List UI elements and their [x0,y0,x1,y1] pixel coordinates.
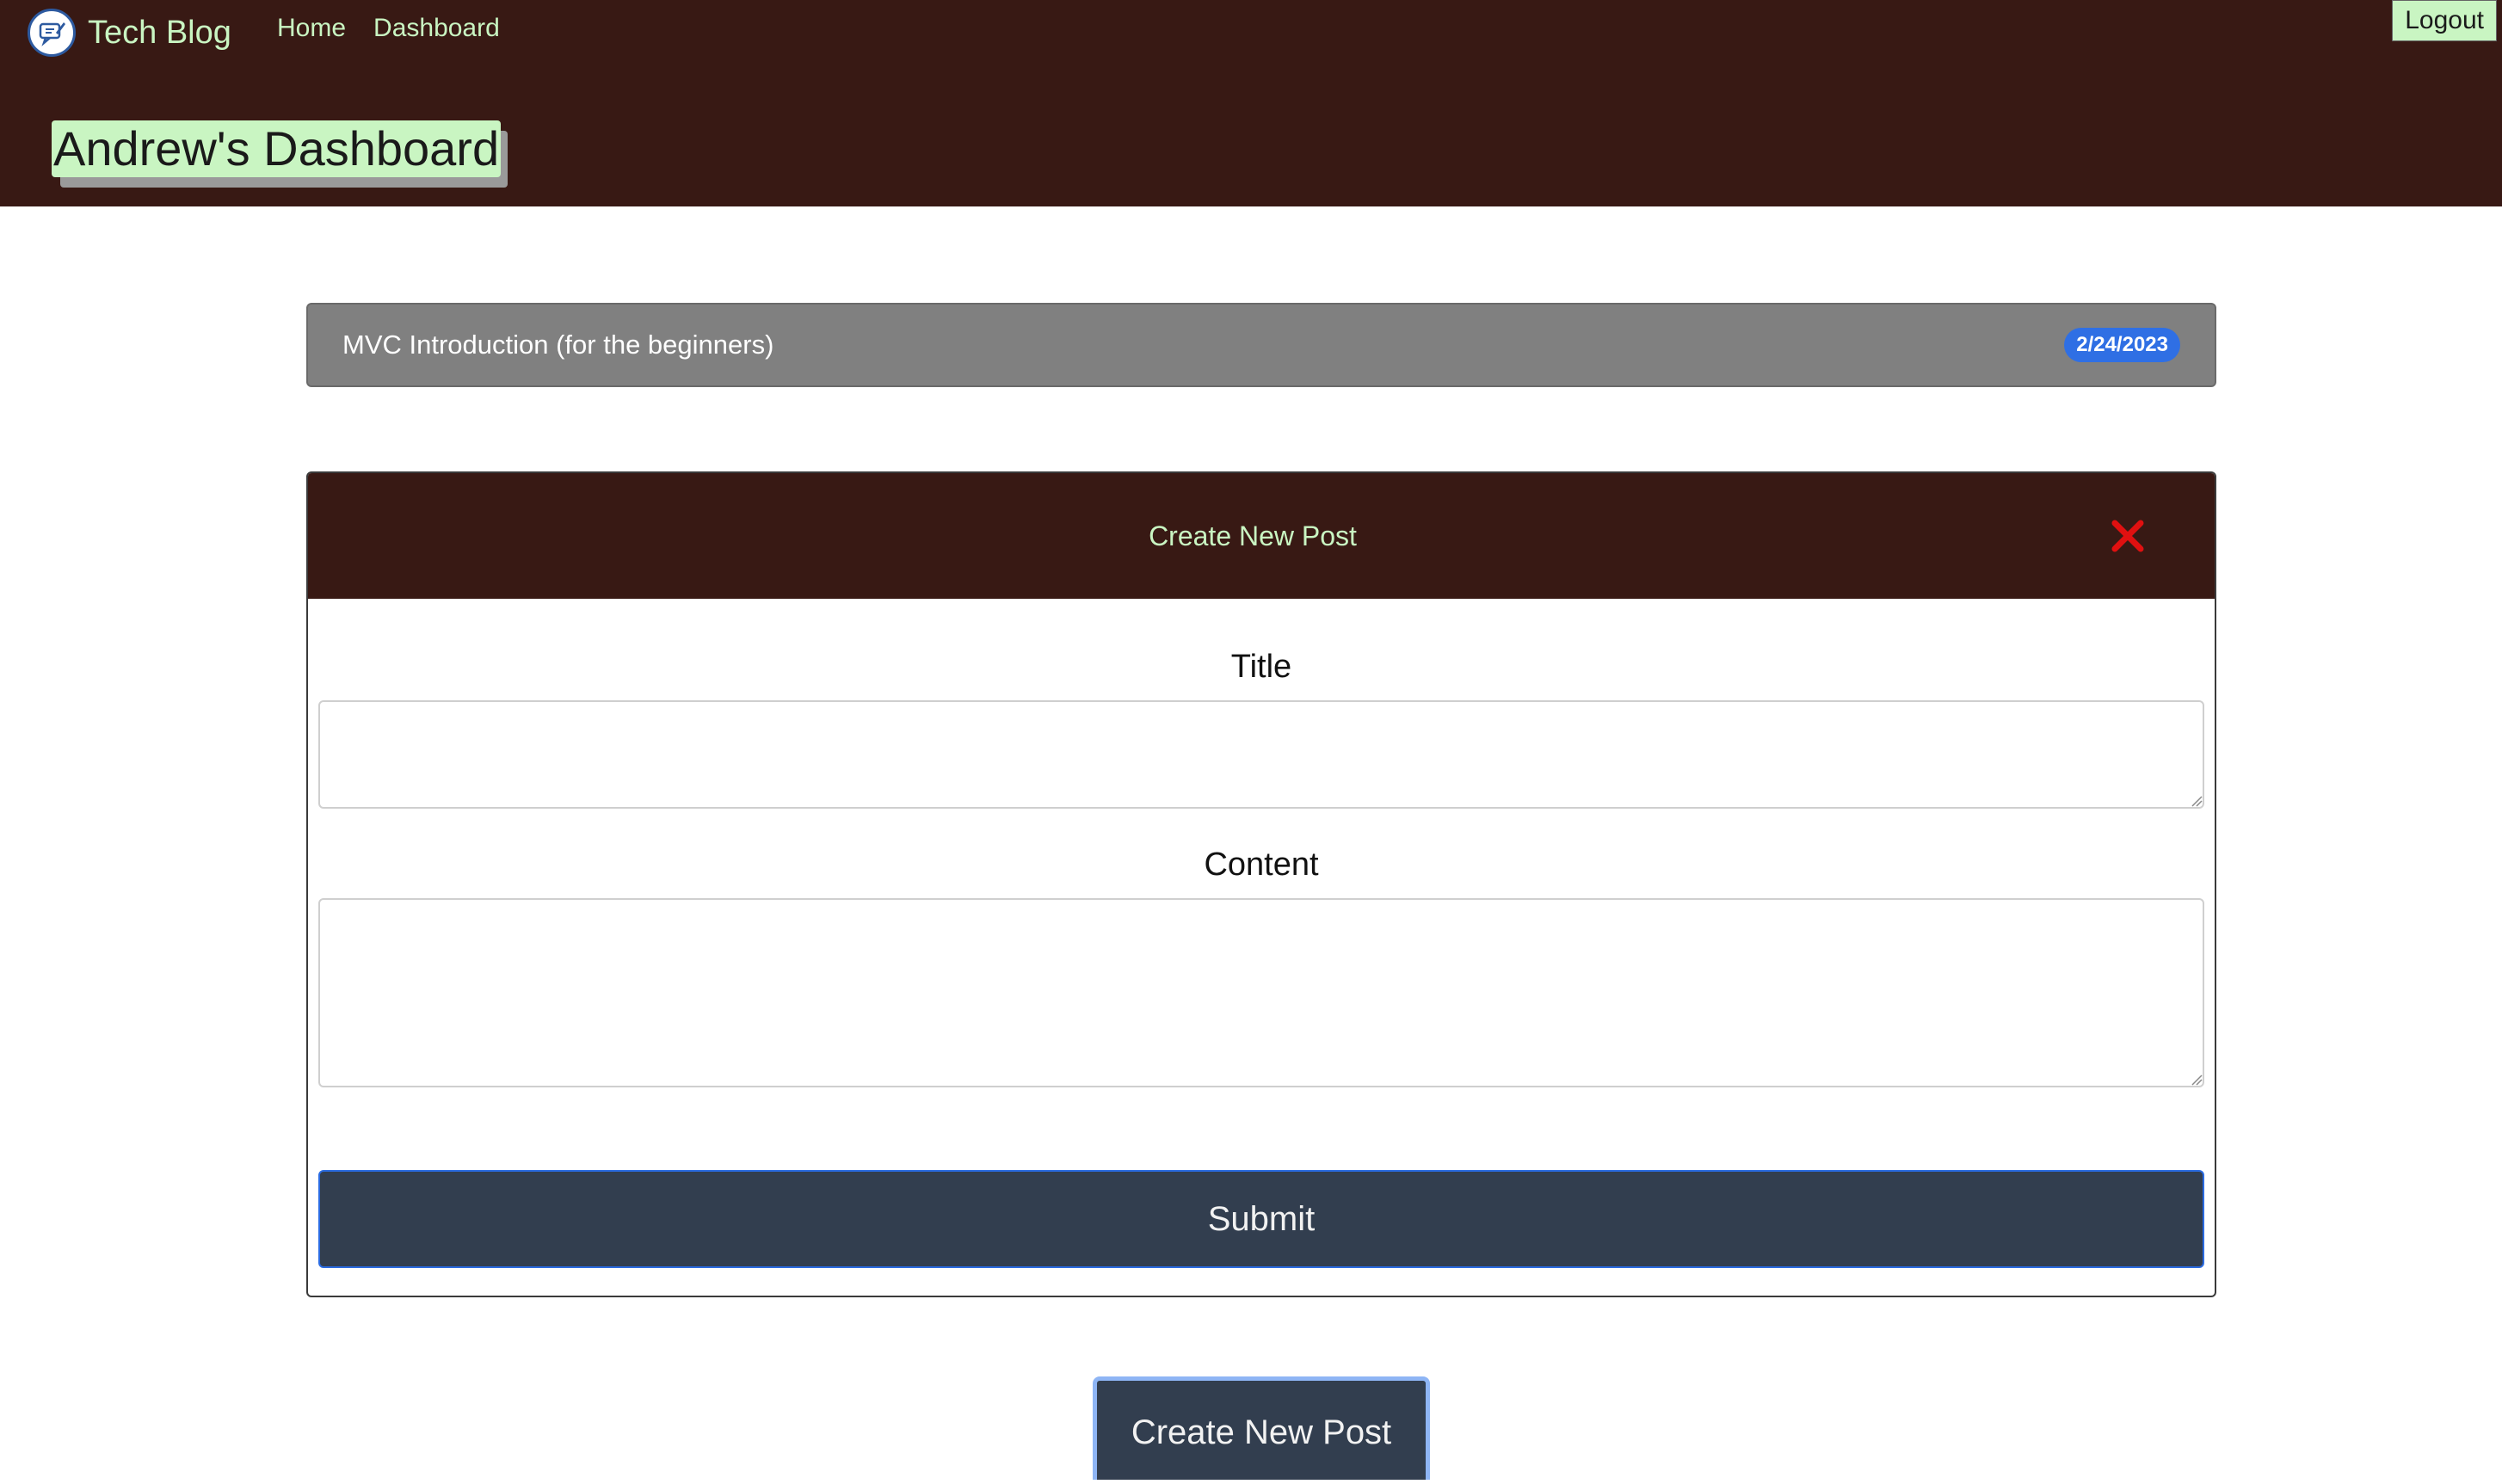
site-header: Tech Blog Home Dashboard Logout Andrew's… [0,0,2502,206]
dashboard-title-wrap: Andrew's Dashboard [52,120,508,188]
nav-home-link[interactable]: Home [277,14,346,43]
title-resize-handle[interactable] [2191,795,2203,807]
chat-pencil-icon [28,9,76,57]
close-icon[interactable] [2106,514,2149,557]
content-textarea[interactable] [318,898,2204,1087]
content-label: Content [1204,847,1319,883]
create-new-post-button[interactable]: Create New Post [1093,1376,1430,1480]
content-resize-handle[interactable] [2191,1074,2203,1086]
form-header: Create New Post [308,473,2215,599]
submit-button[interactable]: Submit [318,1170,2204,1268]
logout-button[interactable]: Logout [2392,0,2497,41]
brand[interactable]: Tech Blog [28,7,231,58]
post-title: MVC Introduction (for the beginners) [342,329,774,360]
page-title: Andrew's Dashboard [52,120,502,177]
brand-name: Tech Blog [88,14,231,51]
main-nav: Home Dashboard [277,14,500,43]
title-input[interactable] [318,700,2204,809]
post-list-item[interactable]: MVC Introduction (for the beginners) 2/2… [306,303,2216,387]
title-label: Title [1230,649,1292,685]
post-date-badge: 2/24/2023 [2064,328,2180,362]
form-heading: Create New Post [1149,520,1357,551]
new-post-form: Create New Post Title Content Submit [306,471,2216,1297]
nav-dashboard-link[interactable]: Dashboard [373,14,500,43]
